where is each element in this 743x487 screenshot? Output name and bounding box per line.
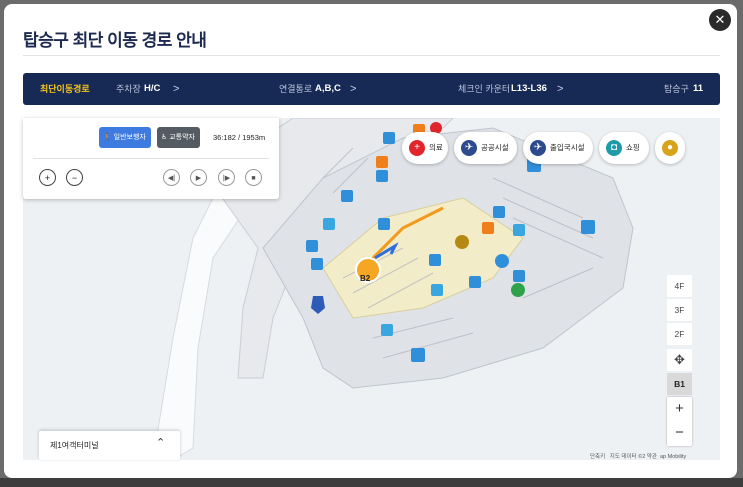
next-step-button[interactable]: |▶ [218,169,235,186]
floor-4f-button[interactable]: 4F [667,275,692,297]
route-control-panel: 🚶 일반보행자 ♿ 교통약자 36:182 / 1953m + − ◀| ▶ |… [23,118,279,199]
route-step-gate-value: 11 [693,83,704,94]
airplane-icon: ✈ [530,140,546,156]
close-button[interactable]: ✕ [709,9,731,31]
walk-icon: 🚶 [103,134,114,141]
map-zoom-in-button[interactable]: + [667,397,692,421]
chevron-right-icon: > [557,83,564,95]
medical-icon: + [409,140,425,156]
pedestrian-mode-button[interactable]: 🚶 일반보행자 [99,127,151,148]
map-marker-label: B2 [360,274,371,283]
category-chip-immigration[interactable]: ✈ 출입국시설 [523,132,593,164]
airplane-icon: ✈ [461,140,477,156]
map-zoom-out-button[interactable]: − [667,421,692,445]
mobility-mode-button[interactable]: ♿ 교통약자 [157,127,200,148]
category-chip-shopping[interactable]: ◘ 쇼핑 [599,132,649,164]
floor-3f-button[interactable]: 3F [667,299,692,321]
prev-step-button[interactable]: ◀| [163,169,180,186]
category-chip-medical[interactable]: + 의료 [402,132,448,164]
mobility-mode-label: 교통약자 [169,134,195,141]
chevron-right-icon: > [173,83,180,95]
backdrop-content-strip [0,478,743,487]
route-distance: 36:182 / 1953m [213,133,266,142]
route-step-corridor-label: 연결통로 [279,84,313,94]
terminal-label: 제1여객터미널 [50,441,99,450]
map-zoom-control: + − [667,397,692,446]
route-step-parking-value: H/C [144,83,161,94]
category-chip-more[interactable]: ● [655,132,685,164]
category-chip-label: 공공시설 [481,143,509,152]
shortcut-link[interactable]: 단축키 [590,454,605,460]
wheelchair-icon: ♿ [161,134,170,141]
route-modal: 탑승구 최단 이동 경로 안내 ✕ 최단이동경로 주차장 H/C > 연결통로 … [4,4,737,478]
chevron-up-icon: ⌃ [156,437,166,449]
stop-button[interactable]: ■ [245,169,262,186]
map-zoom-out-button[interactable]: − [66,169,83,186]
category-chip-label: 출입국시설 [550,143,585,152]
floor-2f-button[interactable]: 2F [667,323,692,345]
more-category-icon: ● [662,140,678,156]
map-provider: ap Mobility [659,454,687,460]
category-chip-label: 쇼핑 [626,143,640,152]
category-chip-label: 의료 [429,143,443,152]
map-zoom-in-button[interactable]: + [39,169,56,186]
pedestrian-mode-label: 일반보행자 [113,134,146,141]
map-data-link[interactable]: 지도 데이터 ©2 약관 [610,454,657,460]
terminal-selector[interactable]: 제1여객터미널 ⌃ [39,431,180,460]
floor-b1-button[interactable]: B1 [667,373,692,395]
route-step-corridor-value: A,B,C [315,83,341,94]
panel-divider [33,158,269,159]
route-step-parking-label: 주차장 [116,84,141,94]
play-button[interactable]: ▶ [190,169,207,186]
chevron-right-icon: > [350,83,357,95]
title-divider [23,55,720,56]
route-tab-shortest[interactable]: 최단이동경로 [40,73,90,105]
route-step-gate-label: 탑승구 [664,84,689,94]
route-step-checkin-value: L13-L36 [511,83,547,94]
route-step-checkin-label: 체크인 카운터 [458,84,511,94]
modal-title: 탑승구 최단 이동 경로 안내 [23,31,207,50]
route-bar: 최단이동경로 주차장 H/C > 연결통로 A,B,C > 체크인 카운터 L1… [23,73,720,105]
category-chip-public[interactable]: ✈ 공공시설 [454,132,517,164]
shopping-icon: ◘ [606,140,622,156]
move-icon[interactable]: ✥ [667,349,692,371]
map-attribution: 단축키 지도 데이터 ©2 약관 ap Mobility [590,452,686,460]
